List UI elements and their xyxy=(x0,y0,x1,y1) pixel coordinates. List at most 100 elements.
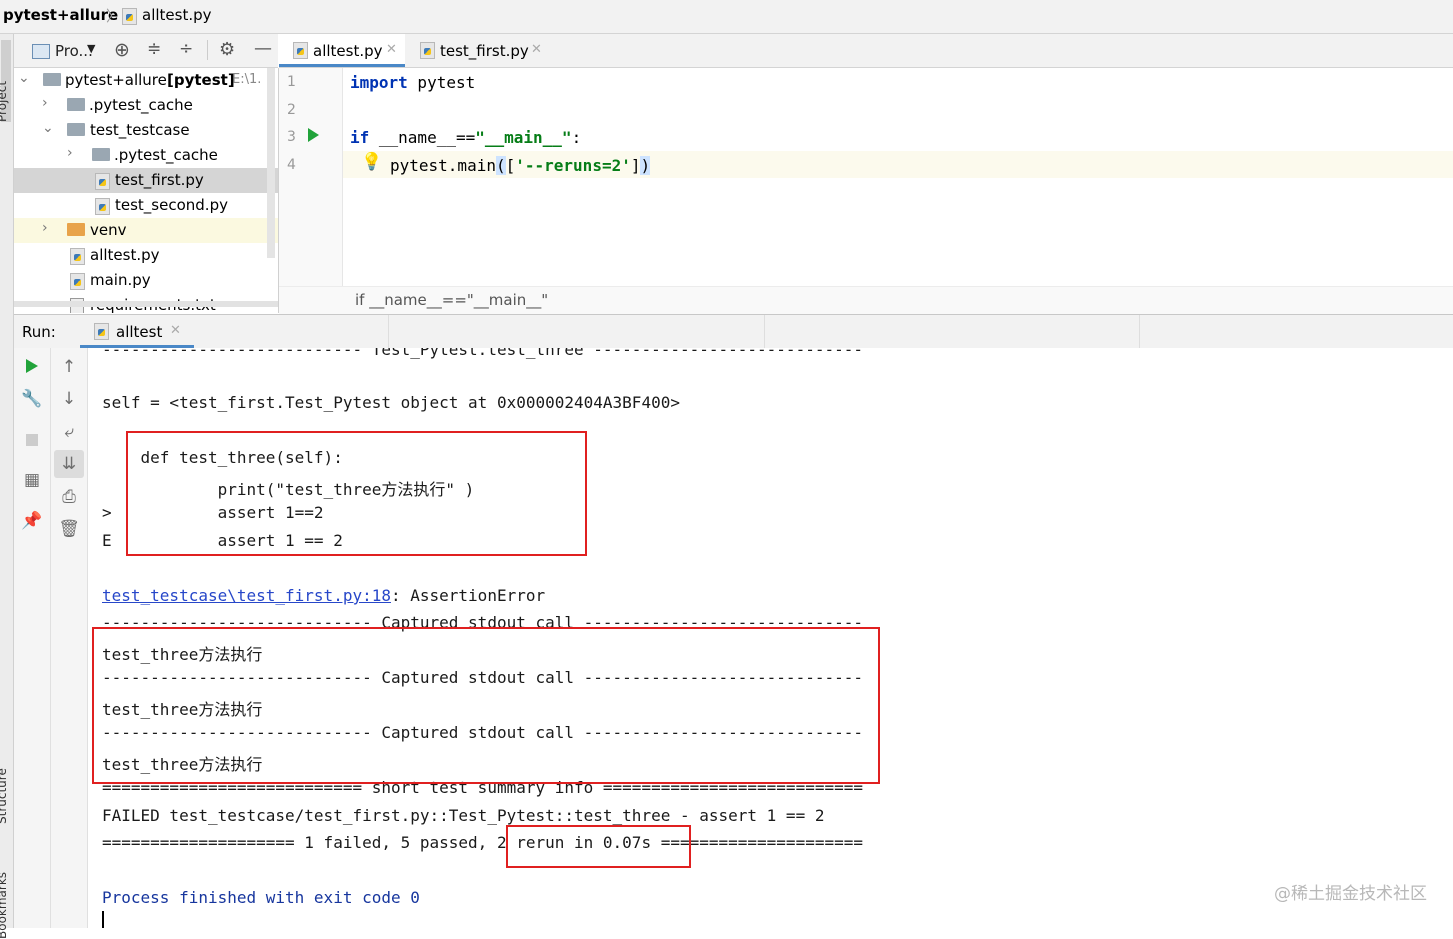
tab-alltest[interactable]: alltest.py ✕ xyxy=(279,34,405,67)
close-icon[interactable]: ✕ xyxy=(386,42,397,57)
tree-item-nested-pytest-cache[interactable]: › .pytest_cache xyxy=(14,143,278,168)
code-string: '--reruns=2' xyxy=(515,156,631,175)
chevron-right-icon[interactable]: › xyxy=(42,95,48,111)
tree-item-label: .pytest_cache xyxy=(89,96,193,114)
code-bracket: ) xyxy=(640,156,651,175)
line-number: 4 xyxy=(287,157,296,173)
code-line-1: import pytest xyxy=(350,73,475,92)
scroll-to-end-icon[interactable]: ⇊ xyxy=(58,453,80,475)
python-file-icon xyxy=(94,323,109,340)
annotation-box-rerun-count xyxy=(506,825,691,868)
python-file-icon xyxy=(420,42,435,59)
annotation-box-test-code xyxy=(126,431,587,556)
tree-item-venv[interactable]: › venv xyxy=(14,218,278,243)
project-panel-header: Pro... ▼ ⊕ ≑ ÷ ⚙ — xyxy=(14,34,278,68)
console-line: --------------------------- Test_Pytest.… xyxy=(102,348,863,359)
folder-icon xyxy=(67,98,85,111)
chevron-down-icon[interactable]: ⌄ xyxy=(18,70,30,86)
text-cursor xyxy=(102,911,104,928)
tree-item-alltest[interactable]: alltest.py xyxy=(14,243,278,268)
tab-test-first[interactable]: test_first.py ✕ xyxy=(406,34,556,67)
code-text: pytest.main xyxy=(390,156,496,175)
python-file-icon xyxy=(70,248,85,265)
python-file-icon xyxy=(95,198,110,215)
bookmarks-tool-label[interactable]: Bookmarks xyxy=(0,872,9,939)
dropdown-arrow-icon[interactable]: ▼ xyxy=(87,42,95,55)
run-gutter-icon[interactable] xyxy=(308,128,319,142)
vertical-scrollbar[interactable] xyxy=(267,68,275,258)
error-text: : AssertionError xyxy=(390,586,546,605)
expand-all-icon[interactable]: ≑ xyxy=(147,39,161,59)
tree-item-label: test_second.py xyxy=(115,196,228,214)
tree-item-pytest-cache[interactable]: › .pytest_cache xyxy=(14,93,278,118)
python-file-icon xyxy=(293,42,308,59)
wrench-icon[interactable]: 🔧 xyxy=(21,388,43,410)
project-tool-label[interactable]: Project xyxy=(0,81,9,122)
console-line-exit: Process finished with exit code 0 xyxy=(102,888,420,907)
tree-item-label: test_first.py xyxy=(115,171,204,189)
tree-item-test-first[interactable]: test_first.py xyxy=(14,168,278,193)
close-icon[interactable]: ✕ xyxy=(531,42,542,57)
run-console-output[interactable]: --------------------------- Test_Pytest.… xyxy=(88,348,1453,928)
run-toolbar-primary: 🔧 ▦ 📌 xyxy=(14,348,51,928)
tree-item-label: .pytest_cache xyxy=(114,146,218,164)
panel-divider xyxy=(764,315,765,348)
locate-file-icon[interactable]: ⊕ xyxy=(114,39,130,61)
print-icon[interactable]: ⎙ xyxy=(58,486,80,508)
folder-icon xyxy=(43,73,61,86)
close-icon[interactable]: ✕ xyxy=(170,323,181,338)
source-link[interactable]: test_testcase\test_first.py:18 xyxy=(102,586,391,605)
run-tab-alltest[interactable]: alltest ✕ xyxy=(80,315,194,348)
tree-item-label: test_testcase xyxy=(90,121,190,139)
horizontal-scrollbar[interactable] xyxy=(14,301,278,307)
collapse-all-icon[interactable]: ÷ xyxy=(179,39,193,59)
tree-item-module: [pytest] xyxy=(167,71,235,89)
folder-icon xyxy=(92,148,110,161)
minimize-icon[interactable]: — xyxy=(254,38,272,59)
structure-tool-label[interactable]: Structure xyxy=(0,768,9,824)
run-toolbar-secondary: ↑ ↓ ⤶ ⇊ ⎙ 🗑 xyxy=(51,348,88,928)
rerun-icon[interactable] xyxy=(26,359,38,373)
run-label: Run: xyxy=(22,323,56,341)
code-keyword: if xyxy=(350,128,370,147)
breadcrumb-separator-icon: 〉 xyxy=(106,7,122,25)
watermark: @稀土掘金技术社区 xyxy=(1274,884,1427,904)
chevron-right-icon[interactable]: › xyxy=(67,145,73,161)
trash-icon[interactable]: 🗑 xyxy=(58,518,80,540)
pin-icon[interactable]: 📌 xyxy=(21,510,43,532)
arrow-down-icon[interactable]: ↓ xyxy=(58,388,80,410)
chevron-down-icon[interactable]: ⌄ xyxy=(42,120,54,136)
tree-item-label: pytest+allure xyxy=(65,71,167,89)
stop-icon[interactable] xyxy=(26,434,38,446)
project-view-icon xyxy=(32,44,50,59)
tree-item-path: E:\1. xyxy=(232,72,262,87)
layout-icon[interactable]: ▦ xyxy=(21,469,43,491)
code-editor[interactable]: import pytest if __name__=="__main__": 💡… xyxy=(343,68,1453,286)
console-line: self = <test_first.Test_Pytest object at… xyxy=(102,393,680,412)
tree-item-label: alltest.py xyxy=(90,246,160,264)
code-line-4: pytest.main(['--reruns=2']) xyxy=(390,156,651,175)
breadcrumb-file[interactable]: alltest.py xyxy=(142,6,212,24)
arrow-up-icon[interactable]: ↑ xyxy=(58,356,80,378)
tree-item-test-testcase[interactable]: ⌄ test_testcase xyxy=(14,118,278,143)
chevron-right-icon[interactable]: › xyxy=(42,220,48,236)
tree-item-label: main.py xyxy=(90,271,151,289)
tree-item-main[interactable]: main.py xyxy=(14,268,278,293)
tree-item-test-second[interactable]: test_second.py xyxy=(14,193,278,218)
line-number: 3 xyxy=(287,129,296,145)
folder-icon xyxy=(67,123,85,136)
project-tree: ⌄ pytest+allure [pytest] E:\1. › .pytest… xyxy=(14,68,279,313)
code-text: pytest xyxy=(407,73,476,92)
tree-item-root[interactable]: ⌄ pytest+allure [pytest] E:\1. xyxy=(14,68,278,93)
code-bracket: [ xyxy=(505,156,516,175)
lightbulb-icon[interactable]: 💡 xyxy=(361,152,382,172)
navigation-breadcrumb: pytest+allure 〉 alltest.py xyxy=(0,0,1453,34)
gear-icon[interactable]: ⚙ xyxy=(219,39,235,60)
soft-wrap-icon[interactable]: ⤶ xyxy=(58,421,80,443)
run-panel-header: Run: alltest ✕ xyxy=(14,314,1453,349)
breadcrumb-project[interactable]: pytest+allure xyxy=(3,6,118,24)
folder-icon xyxy=(67,223,85,236)
console-line: FAILED test_testcase/test_first.py::Test… xyxy=(102,806,825,825)
editor-breadcrumb-item[interactable]: if __name__=="__main__" xyxy=(355,291,548,309)
python-file-icon xyxy=(122,8,137,25)
